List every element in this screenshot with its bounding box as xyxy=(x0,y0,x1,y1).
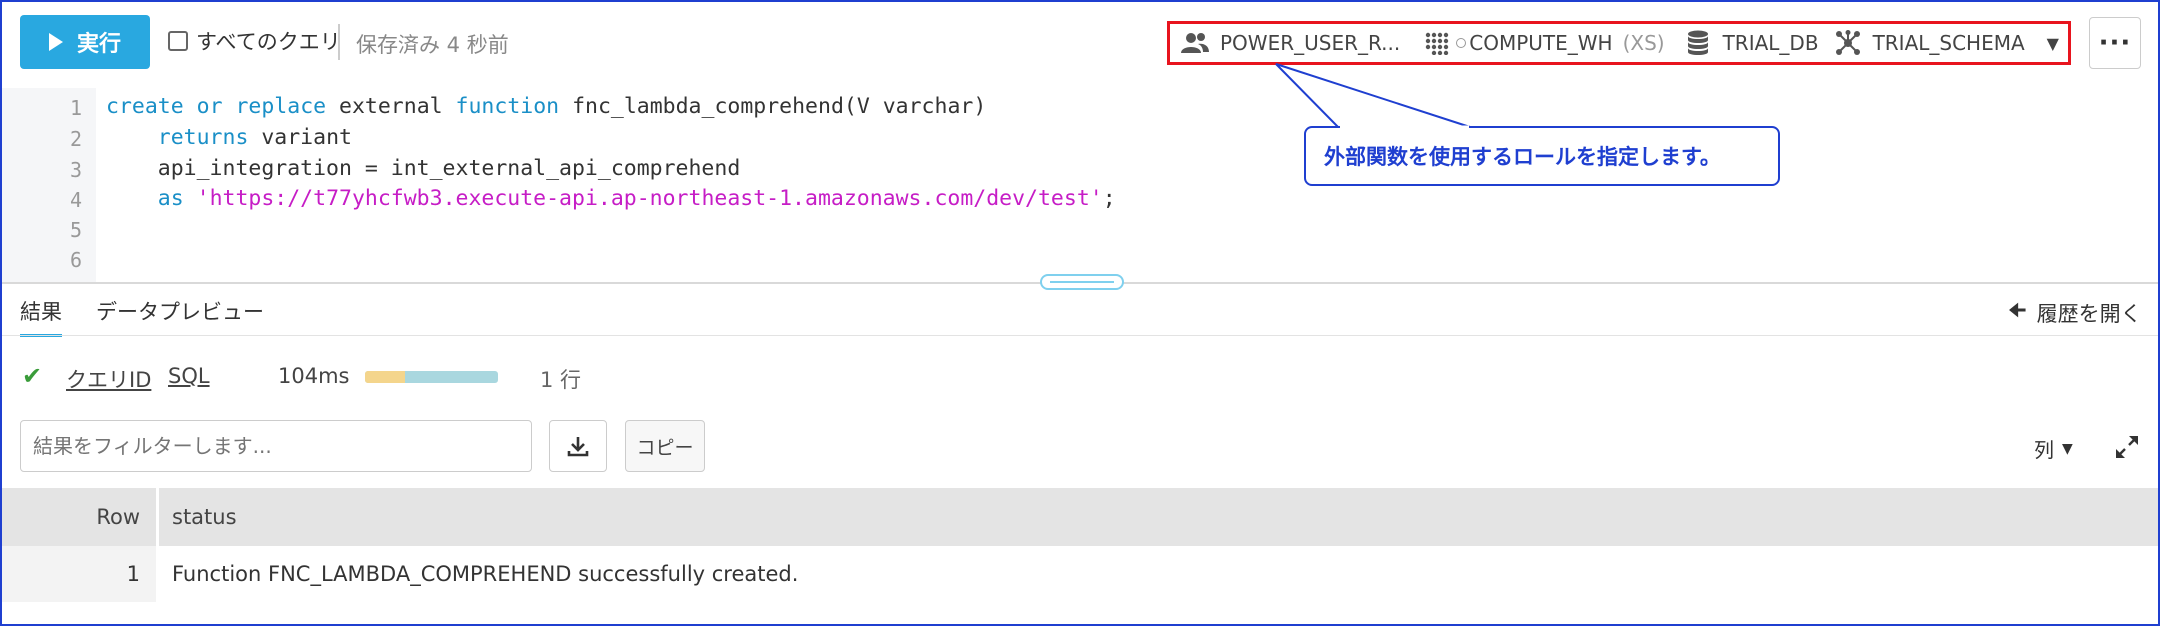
results-filter-input[interactable] xyxy=(20,420,532,472)
keyword: as xyxy=(157,186,184,211)
resize-handle[interactable] xyxy=(1040,274,1124,290)
warehouse-status-icon xyxy=(1456,38,1467,48)
code-text: fnc_lambda_comprehend(V varchar) xyxy=(572,94,987,119)
copy-button[interactable]: コピー xyxy=(625,420,705,472)
query-id-link[interactable]: クエリID xyxy=(66,364,151,394)
caret-down-icon: ▼ xyxy=(2062,440,2073,457)
success-check-icon: ✔ xyxy=(22,362,43,390)
columns-menu-button[interactable]: 列 ▼ xyxy=(2034,434,2073,463)
code-line-4[interactable]: as 'https://t77yhcfwb3.execute-api.ap-no… xyxy=(106,186,1116,211)
open-history-button[interactable]: 🠈 履歴を開く xyxy=(2008,296,2142,330)
context-role[interactable]: POWER_USER_R... xyxy=(1180,30,1400,56)
line-number: 4 xyxy=(69,188,82,212)
sql-editor[interactable]: 1 2 3 4 5 6 create or replace external f… xyxy=(2,88,2158,283)
code-text: ; xyxy=(1102,186,1116,211)
code-line-1[interactable]: create or replace external function fnc_… xyxy=(106,94,986,119)
keyword: create xyxy=(106,94,184,119)
annotation-callout: 外部関数を使用するロールを指定します。 xyxy=(1304,126,1780,186)
expand-icon[interactable] xyxy=(2114,434,2140,460)
warehouse-name: COMPUTE_WH xyxy=(1469,31,1613,55)
column-separator xyxy=(156,488,159,546)
context-schema[interactable]: TRIAL_SCHEMA ▼ xyxy=(1833,30,2059,56)
status-cell[interactable]: Function FNC_LAMBDA_COMPREHEND successfu… xyxy=(172,546,798,602)
row-count: 1 行 xyxy=(540,368,582,392)
more-options-button[interactable]: ··· xyxy=(2089,17,2141,69)
warehouse-icon xyxy=(1422,30,1452,56)
line-number: 1 xyxy=(69,96,82,120)
string-literal: 'https://t77yhcfwb3.execute-api.ap-north… xyxy=(196,186,1103,211)
line-number: 3 xyxy=(69,158,82,182)
toolbar-divider xyxy=(338,24,340,60)
database-icon xyxy=(1683,30,1713,56)
database-name: TRIAL_DB xyxy=(1722,31,1819,55)
role-name: POWER_USER_R... xyxy=(1220,31,1401,55)
code-line-3[interactable]: api_integration = int_external_api_compr… xyxy=(106,156,740,181)
query-duration: 104ms xyxy=(278,364,350,388)
schema-icon xyxy=(1833,30,1863,56)
context-database[interactable]: TRIAL_DB xyxy=(1683,30,1819,56)
context-selector[interactable]: POWER_USER_R... COMPUTE_WH (XS) TRIAL_DB… xyxy=(1167,21,2071,65)
code-text: external xyxy=(339,94,443,119)
saved-status: 保存済み 4 秒前 xyxy=(356,33,509,57)
tab-data-preview[interactable]: データプレビュー xyxy=(96,296,264,326)
line-number: 5 xyxy=(69,218,82,242)
play-icon xyxy=(48,33,63,51)
duration-bar[interactable] xyxy=(365,371,498,383)
line-number: 6 xyxy=(69,248,82,272)
context-warehouse[interactable]: COMPUTE_WH (XS) xyxy=(1422,30,1665,56)
code-text: variant xyxy=(261,125,352,150)
line-number-gutter: 1 2 3 4 5 6 xyxy=(2,88,96,283)
row-number-cell: 1 xyxy=(2,546,156,602)
tab-results[interactable]: 結果 xyxy=(20,296,62,337)
code-text: api_integration = int_external_api_compr… xyxy=(157,156,741,181)
arrow-left-icon: 🠈 xyxy=(2008,298,2027,322)
keyword: returns xyxy=(157,125,249,150)
column-header-row[interactable]: Row xyxy=(2,488,156,546)
tabs-divider xyxy=(2,335,2158,336)
columns-label: 列 xyxy=(2034,438,2054,462)
duration-bar-compile-segment xyxy=(365,371,405,383)
caret-down-icon: ▼ xyxy=(2046,33,2059,53)
schema-name: TRIAL_SCHEMA xyxy=(1872,31,2025,55)
results-table-header: Row status xyxy=(2,488,2158,546)
all-queries-label: すべてのクエリ xyxy=(196,30,341,54)
keyword: or xyxy=(196,94,223,119)
keyword: replace xyxy=(235,94,327,119)
download-icon xyxy=(567,437,589,457)
table-row[interactable]: 1 Function FNC_LAMBDA_COMPREHEND success… xyxy=(2,546,2158,602)
sql-link[interactable]: SQL xyxy=(168,364,210,388)
checkbox-box[interactable] xyxy=(168,31,188,51)
history-label: 履歴を開く xyxy=(2036,302,2142,326)
all-queries-checkbox[interactable]: すべてのクエリ xyxy=(168,26,341,56)
column-header-status[interactable]: status xyxy=(172,488,237,546)
line-number: 2 xyxy=(69,127,82,151)
code-line-2[interactable]: returns variant xyxy=(106,125,352,150)
run-button[interactable]: 実行 xyxy=(20,15,150,69)
run-button-label: 実行 xyxy=(76,32,121,57)
keyword: function xyxy=(455,94,560,119)
users-icon xyxy=(1180,30,1210,56)
download-button[interactable] xyxy=(549,420,607,472)
warehouse-size: (XS) xyxy=(1622,31,1665,55)
